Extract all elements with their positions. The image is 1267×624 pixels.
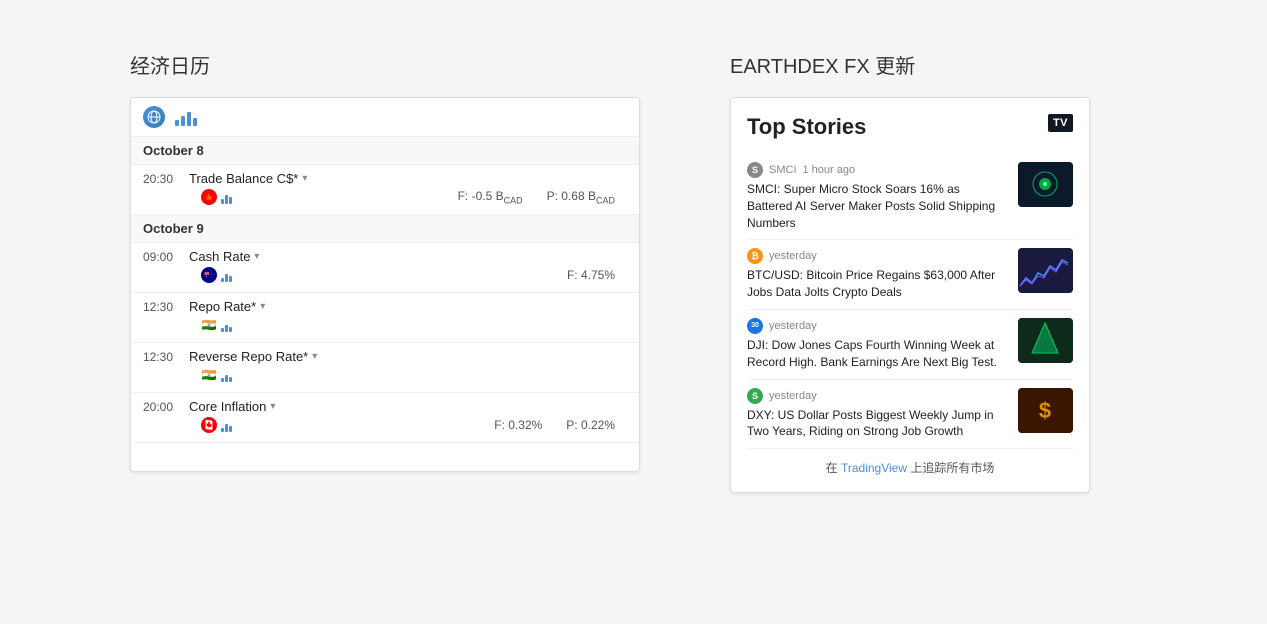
- tradingview-logo: TV: [1048, 114, 1073, 132]
- source-time-smci: 1 hour ago: [803, 164, 856, 176]
- news-source-btc: ₿ yesterday: [747, 248, 1008, 264]
- news-item-dxy[interactable]: S yesterday DXY: US Dollar Posts Biggest…: [747, 380, 1073, 450]
- event-name-trade-balance[interactable]: Trade Balance C$* ▾: [189, 171, 307, 186]
- date-header-oct8: October 8: [131, 137, 639, 165]
- event-name-core-inflation[interactable]: Core Inflation ▾: [189, 399, 275, 414]
- source-time-dji: yesterday: [769, 320, 817, 332]
- event-core-inflation: 20:00 Core Inflation ▾ 🇨🇦 F: 0.32% P: 0.…: [131, 393, 639, 443]
- source-badge-dxy: S: [747, 388, 763, 404]
- source-badge-btc: ₿: [747, 248, 763, 264]
- forecast-core-inflation: F: 0.32%: [494, 418, 542, 432]
- event-time-reverse-repo: 12:30: [143, 350, 181, 364]
- chevron-icon-3: ▾: [260, 301, 265, 312]
- calendar-header: [131, 98, 639, 137]
- bar-chart-icon[interactable]: [175, 108, 197, 126]
- news-content-btc: ₿ yesterday BTC/USD: Bitcoin Price Regai…: [747, 248, 1008, 301]
- event-repo-rate: 12:30 Repo Rate* ▾ 🇮🇳: [131, 293, 639, 343]
- date-header-oct9: October 9: [131, 215, 639, 243]
- previous-core-inflation: P: 0.22%: [566, 418, 615, 432]
- news-headline-smci: SMCI: Super Micro Stock Soars 16% as Bat…: [747, 181, 1008, 231]
- news-thumb-dji: [1018, 318, 1073, 363]
- event-name-cash-rate[interactable]: Cash Rate ▾: [189, 249, 259, 264]
- event-time-cash-rate: 09:00: [143, 250, 181, 264]
- event-flags-cash-rate: 🇦🇺 F: 4.75%: [143, 264, 627, 286]
- event-time-repo-rate: 12:30: [143, 300, 181, 314]
- news-thumb-dxy: $: [1018, 388, 1073, 433]
- news-headline-btc: BTC/USD: Bitcoin Price Regains $63,000 A…: [747, 267, 1008, 301]
- event-name-reverse-repo[interactable]: Reverse Repo Rate* ▾: [189, 349, 317, 364]
- mini-bar-cash-rate: [221, 268, 232, 282]
- event-trade-balance: 20:30 Trade Balance C$* ▾ 🍁 F: -0.5 BCAD…: [131, 165, 639, 215]
- flag-ca: 🍁: [201, 189, 217, 205]
- news-item-btc[interactable]: ₿ yesterday BTC/USD: Bitcoin Price Regai…: [747, 240, 1073, 310]
- news-source-smci: S SMCI 1 hour ago: [747, 162, 1008, 178]
- news-item-dji[interactable]: 30 yesterday DJI: Dow Jones Caps Fourth …: [747, 310, 1073, 380]
- left-section-title: 经济日历: [130, 50, 650, 79]
- previous-trade-balance: P: 0.68 BCAD: [547, 189, 615, 205]
- tradingview-footer[interactable]: 在 TradingView 上追踪所有市场: [747, 449, 1073, 476]
- flag-in-reverse-repo: 🇮🇳: [201, 367, 217, 383]
- chevron-icon-4: ▾: [312, 351, 317, 362]
- news-content-dxy: S yesterday DXY: US Dollar Posts Biggest…: [747, 388, 1008, 441]
- event-flags-repo-rate: 🇮🇳: [143, 314, 627, 336]
- source-badge-smci: S: [747, 162, 763, 178]
- mini-bar-reverse-repo: [221, 368, 232, 382]
- event-flags-trade-balance: 🍁 F: -0.5 BCAD P: 0.68 BCAD: [143, 186, 627, 208]
- calendar-widget: October 8 20:30 Trade Balance C$* ▾ 🍁: [130, 97, 640, 472]
- news-widget-header: Top Stories TV: [747, 114, 1073, 140]
- news-source-dji: 30 yesterday: [747, 318, 1008, 334]
- source-badge-dji: 30: [747, 318, 763, 334]
- event-flags-reverse-repo: 🇮🇳: [143, 364, 627, 386]
- fx-section-title: EARTHDEX FX 更新: [730, 50, 1090, 79]
- forecast-trade-balance: F: -0.5 BCAD: [458, 189, 523, 205]
- news-headline-dxy: DXY: US Dollar Posts Biggest Weekly Jump…: [747, 407, 1008, 441]
- flag-au: 🇦🇺: [201, 267, 217, 283]
- chevron-icon-2: ▾: [254, 251, 259, 262]
- event-name-repo-rate[interactable]: Repo Rate* ▾: [189, 299, 265, 314]
- news-content-smci: S SMCI 1 hour ago SMCI: Super Micro Stoc…: [747, 162, 1008, 231]
- calendar-scrollable[interactable]: October 8 20:30 Trade Balance C$* ▾ 🍁: [131, 137, 639, 468]
- news-item-smci[interactable]: S SMCI 1 hour ago SMCI: Super Micro Stoc…: [747, 154, 1073, 240]
- news-thumb-btc: [1018, 248, 1073, 293]
- event-time-trade-balance: 20:30: [143, 172, 181, 186]
- news-content-dji: 30 yesterday DJI: Dow Jones Caps Fourth …: [747, 318, 1008, 371]
- mini-bar-repo-rate: [221, 318, 232, 332]
- chevron-icon: ▾: [302, 173, 307, 184]
- event-cash-rate: 09:00 Cash Rate ▾ 🇦🇺 F: 4.75%: [131, 243, 639, 293]
- mini-bar-trade-balance: [221, 190, 232, 204]
- news-widget: Top Stories TV S SMCI 1 hour ago SMCI: S…: [730, 97, 1090, 493]
- source-name-smci: SMCI: [769, 164, 797, 176]
- top-stories-title: Top Stories: [747, 114, 866, 140]
- svg-text:$: $: [1039, 398, 1051, 423]
- globe-icon[interactable]: [143, 106, 165, 128]
- left-panel: 经济日历 October 8: [130, 50, 650, 472]
- news-headline-dji: DJI: Dow Jones Caps Fourth Winning Week …: [747, 337, 1008, 371]
- tradingview-link[interactable]: TradingView: [841, 461, 907, 475]
- mini-bar-core-inflation: [221, 418, 232, 432]
- flag-ca-inflation: 🇨🇦: [201, 417, 217, 433]
- event-time-core-inflation: 20:00: [143, 400, 181, 414]
- event-reverse-repo-rate: 12:30 Reverse Repo Rate* ▾ 🇮🇳: [131, 343, 639, 393]
- news-source-dxy: S yesterday: [747, 388, 1008, 404]
- source-time-btc: yesterday: [769, 250, 817, 262]
- chevron-icon-5: ▾: [270, 401, 275, 412]
- news-thumb-smci: [1018, 162, 1073, 207]
- event-flags-core-inflation: 🇨🇦 F: 0.32% P: 0.22%: [143, 414, 627, 436]
- source-time-dxy: yesterday: [769, 390, 817, 402]
- forecast-cash-rate: F: 4.75%: [567, 268, 615, 282]
- flag-in-repo: 🇮🇳: [201, 317, 217, 333]
- right-panel: EARTHDEX FX 更新 Top Stories TV S SMCI 1 h…: [730, 50, 1090, 493]
